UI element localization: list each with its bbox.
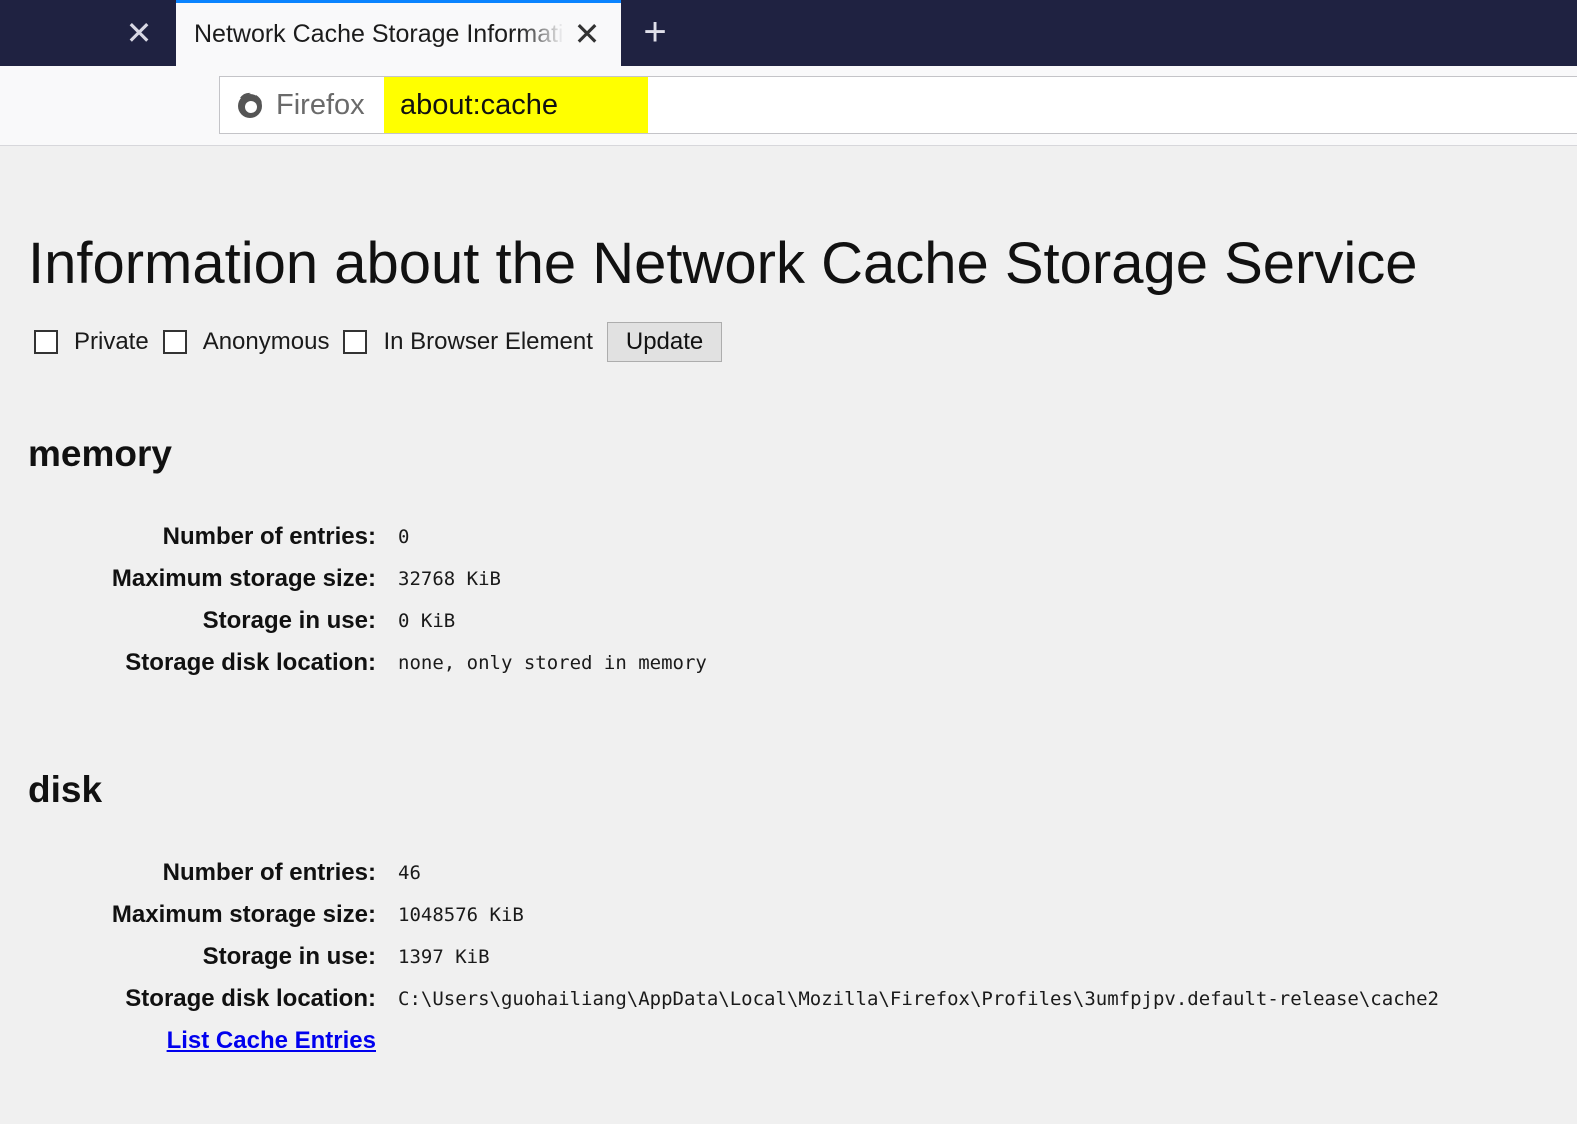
navigation-toolbar: Firefox about:cache (0, 66, 1577, 146)
identity-box[interactable]: Firefox (234, 77, 365, 133)
close-tab-icon[interactable]: ✕ (120, 14, 158, 52)
row-key: Maximum storage size: (111, 901, 376, 928)
row-key: Number of entries: (162, 859, 376, 886)
close-tab-icon[interactable]: ✕ (568, 15, 606, 53)
row-key: Maximum storage size: (111, 565, 376, 592)
row-value: none, only stored in memory (398, 652, 707, 674)
table-row: Storage disk location: C:\Users\guohaili… (28, 978, 1439, 1020)
row-value: 0 KiB (398, 610, 456, 632)
row-value: 46 (398, 862, 421, 884)
anonymous-checkbox[interactable] (162, 330, 187, 354)
row-value: 32768 KiB (398, 568, 501, 590)
private-checkbox[interactable] (34, 330, 58, 354)
row-value: 1048576 KiB (398, 904, 524, 926)
memory-info-table: Number of entries: 0 Maximum storage siz… (28, 516, 707, 684)
table-row: Number of entries: 0 (28, 516, 707, 558)
disk-heading: disk (28, 769, 103, 810)
tab-strip: ✕ Network Cache Storage Information ✕ + (0, 0, 1577, 66)
filter-controls: Private Anonymous In Browser Element Upd… (34, 322, 723, 362)
disk-info-table: Number of entries: 46 Maximum storage si… (28, 852, 1439, 1062)
row-key: Storage disk location: (125, 985, 376, 1012)
empty-cell (398, 1020, 1439, 1062)
page-title: Information about the Network Cache Stor… (28, 231, 1418, 296)
row-key: Storage in use: (202, 607, 376, 634)
private-label: Private (74, 328, 149, 355)
link-cell: List Cache Entries (28, 1020, 398, 1062)
anonymous-label: Anonymous (202, 328, 330, 355)
row-value: 1397 KiB (398, 946, 490, 968)
row-value: 0 (398, 526, 410, 548)
url-bar[interactable]: Firefox about:cache (219, 76, 1577, 134)
table-row: Maximum storage size: 1048576 KiB (28, 894, 1439, 936)
table-row: List Cache Entries (28, 1020, 1439, 1062)
identity-label: Firefox (276, 88, 365, 121)
table-row: Storage disk location: none, only stored… (28, 642, 707, 684)
table-row: Maximum storage size: 32768 KiB (28, 558, 707, 600)
row-key: Storage disk location: (125, 649, 376, 676)
tab-title: Network Cache Storage Information (194, 20, 564, 48)
tab-active[interactable]: Network Cache Storage Information ✕ (176, 0, 621, 66)
url-input[interactable]: about:cache (400, 77, 558, 133)
table-row: Storage in use: 1397 KiB (28, 936, 1439, 978)
table-row: Number of entries: 46 (28, 852, 1439, 894)
in-browser-element-checkbox[interactable] (343, 330, 368, 354)
memory-heading: memory (28, 433, 172, 474)
row-key: Storage in use: (202, 943, 376, 970)
list-cache-entries-link[interactable]: List Cache Entries (167, 1027, 376, 1054)
new-tab-icon[interactable]: + (634, 12, 676, 54)
row-key: Number of entries: (162, 523, 376, 550)
row-value: C:\Users\guohailiang\AppData\Local\Mozil… (398, 988, 1439, 1010)
firefox-icon (238, 92, 262, 118)
update-button[interactable]: Update (606, 322, 723, 362)
in-browser-element-label: In Browser Element (383, 328, 593, 355)
table-row: Storage in use: 0 KiB (28, 600, 707, 642)
